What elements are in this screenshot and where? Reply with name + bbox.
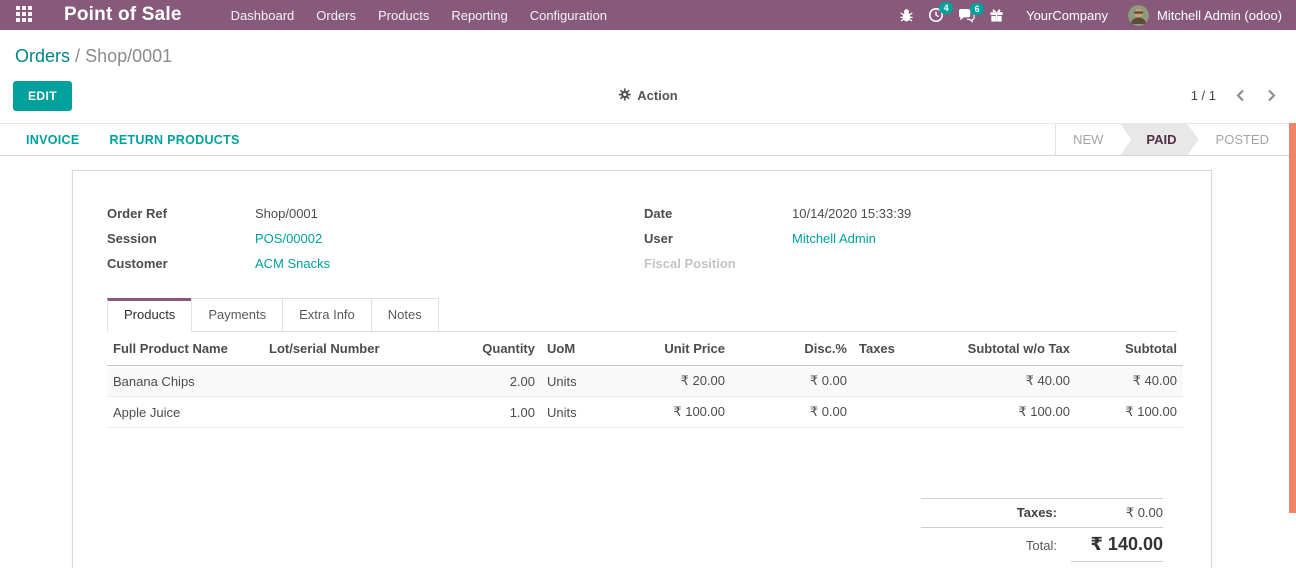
statusbar: INVOICE RETURN PRODUCTS NEW PAID POSTED [0, 123, 1296, 156]
return-products-button[interactable]: RETURN PRODUCTS [110, 133, 240, 147]
cell-qty: 2.00 [509, 373, 535, 389]
field-label-session: Session [107, 231, 157, 246]
col-uom[interactable]: UoM [541, 332, 641, 366]
cell-subtotal: ₹ 40.00 [1132, 373, 1177, 388]
field-value-session-link[interactable]: POS/00002 [255, 232, 322, 246]
tab-payments[interactable]: Payments [191, 298, 284, 332]
cell-lot [263, 397, 471, 428]
order-fields: Order Ref Shop/0001 Session POS/00002 Cu… [107, 207, 1177, 282]
bug-icon[interactable] [899, 8, 914, 23]
cell-qty: 1.00 [509, 404, 535, 420]
cell-subtotal-wo-tax: ₹ 40.00 [1025, 373, 1070, 388]
field-label-date: Date [644, 206, 673, 221]
edit-button[interactable]: EDIT [13, 80, 72, 111]
invoice-button[interactable]: INVOICE [26, 133, 80, 147]
col-subtotal[interactable]: Subtotal [1076, 332, 1183, 366]
app-title[interactable]: Point of Sale [64, 4, 182, 26]
pager: 1 / 1 [1191, 88, 1276, 103]
cell-uom: Units [547, 373, 577, 389]
action-menu-button[interactable]: Action [618, 87, 678, 104]
activities-badge: 4 [939, 2, 954, 14]
table-row-apple-juice[interactable]: Apple Juice 1.00 Units ₹ 100.00 ₹ 0.00 ₹… [107, 397, 1183, 428]
tab-notes[interactable]: Notes [370, 298, 439, 332]
tab-products[interactable]: Products [107, 298, 193, 332]
cell-unit-price: ₹ 100.00 [673, 404, 725, 419]
col-taxes[interactable]: Taxes [853, 332, 951, 366]
tab-extra-info[interactable]: Extra Info [282, 298, 372, 332]
totals-taxes-row: Taxes: ₹ 0.00 [921, 498, 1163, 527]
cell-taxes [853, 366, 951, 397]
control-panel: EDIT Action 1 / 1 [0, 80, 1296, 111]
field-label-user: User [644, 231, 673, 246]
col-subtotal-wo-tax[interactable]: Subtotal w/o Tax [951, 332, 1076, 366]
nav-item-configuration[interactable]: Configuration [519, 0, 618, 30]
cell-subtotal-wo-tax: ₹ 100.00 [1018, 404, 1070, 419]
field-value-customer-link[interactable]: ACM Snacks [255, 257, 330, 271]
cell-product-name: Apple Juice [113, 404, 181, 420]
breadcrumb-separator: / [75, 46, 81, 66]
nav-item-reporting[interactable]: Reporting [440, 0, 518, 30]
cell-unit-price: ₹ 20.00 [680, 373, 725, 388]
field-value-order-ref: Shop/0001 [255, 206, 318, 221]
apps-grid-icon[interactable] [16, 6, 34, 24]
nav-item-dashboard[interactable]: Dashboard [220, 0, 306, 30]
taxes-value: ₹ 0.00 [1125, 505, 1163, 520]
total-label: Total: [1025, 538, 1057, 553]
user-menu[interactable]: Mitchell Admin (odoo) [1128, 4, 1282, 26]
table-row-banana-chips[interactable]: Banana Chips 2.00 Units ₹ 20.00 ₹ 0.00 ₹… [107, 365, 1183, 397]
notebook-tabs: Products Payments Extra Info Notes [107, 298, 1177, 332]
field-value-date: 10/14/2020 15:33:39 [792, 206, 912, 221]
action-menu-label: Action [637, 88, 678, 103]
side-scroll-strip[interactable] [1289, 123, 1296, 513]
pager-next-icon[interactable] [1267, 89, 1276, 102]
cell-taxes [853, 397, 951, 428]
totals-total-row: Total: ₹ 140.00 [921, 527, 1163, 561]
field-label-customer: Customer [107, 256, 168, 271]
main-menu: Dashboard Orders Products Reporting Conf… [220, 0, 618, 30]
field-label-order-ref: Order Ref [107, 206, 167, 221]
top-navbar: Point of Sale Dashboard Orders Products … [0, 0, 1296, 30]
total-value: ₹ 140.00 [1090, 534, 1163, 554]
pager-previous-icon[interactable] [1236, 89, 1245, 102]
messages-chat-icon[interactable]: 6 [958, 2, 985, 23]
field-value-user-link[interactable]: Mitchell Admin [792, 232, 876, 246]
breadcrumb-current: Shop/0001 [85, 46, 173, 66]
col-unit-price[interactable]: Unit Price [641, 332, 731, 366]
status-step-new[interactable]: NEW [1056, 124, 1120, 155]
breadcrumb: Orders / Shop/0001 [0, 30, 1296, 68]
cell-subtotal: ₹ 100.00 [1125, 404, 1177, 419]
user-name: Mitchell Admin (odoo) [1157, 7, 1282, 23]
gift-icon[interactable] [989, 8, 1004, 23]
company-switcher[interactable]: YourCompany [1026, 8, 1108, 23]
status-step-posted[interactable]: POSTED [1199, 124, 1286, 155]
total-paid-value: ₹ 140.00 [1071, 561, 1163, 568]
cell-disc: ₹ 0.00 [809, 404, 847, 419]
pager-counter: 1 / 1 [1190, 88, 1216, 103]
col-lot-serial[interactable]: Lot/serial Number [263, 332, 471, 366]
col-full-product-name[interactable]: Full Product Name [107, 332, 263, 366]
cell-disc: ₹ 0.00 [809, 373, 847, 388]
cell-product-name: Banana Chips [113, 373, 195, 389]
breadcrumb-orders-link[interactable]: Orders [15, 46, 70, 66]
order-totals: Taxes: ₹ 0.00 Total: ₹ 140.00 Total Paid… [921, 498, 1163, 568]
gear-icon [618, 87, 631, 104]
messages-badge: 6 [970, 2, 985, 15]
col-quantity[interactable]: Quantity [471, 332, 541, 366]
cell-lot [263, 366, 471, 397]
products-table: Full Product Name Lot/serial Number Quan… [107, 332, 1183, 428]
taxes-label: Taxes: [1016, 505, 1057, 520]
activities-clock-icon[interactable]: 4 [928, 2, 954, 23]
nav-item-products[interactable]: Products [367, 0, 440, 30]
status-steps: NEW PAID POSTED [1055, 124, 1286, 155]
status-step-paid[interactable]: PAID [1120, 124, 1198, 155]
field-label-fiscal-position: Fiscal Position [644, 256, 736, 271]
nav-item-orders[interactable]: Orders [305, 0, 367, 30]
totals-paid-row: Total Paid (with rounding): ₹ 140.00 [921, 561, 1163, 568]
user-avatar [1128, 4, 1149, 26]
products-table-header: Full Product Name Lot/serial Number Quan… [107, 332, 1183, 366]
cell-uom: Units [547, 404, 577, 420]
col-discount[interactable]: Disc.% [731, 332, 853, 366]
order-form-sheet: Order Ref Shop/0001 Session POS/00002 Cu… [72, 170, 1212, 568]
